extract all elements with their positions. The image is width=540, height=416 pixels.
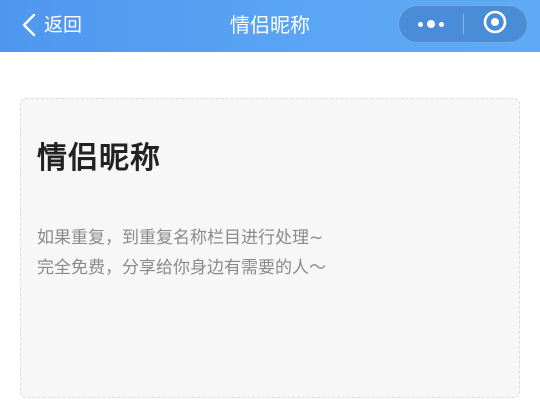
- card-title: 情侣昵称: [37, 141, 161, 176]
- target-circle-icon: [482, 9, 508, 39]
- card-description: 如果重复，到重复名称栏目进行处理~ 完全免费，分享给你身边有需要的人～: [37, 223, 326, 283]
- more-dots-icon: [416, 20, 446, 28]
- description-line: 完全免费，分享给你身边有需要的人～: [37, 258, 326, 278]
- back-button[interactable]: 返回: [22, 8, 82, 42]
- nickname-info-card: 情侣昵称 如果重复，到重复名称栏目进行处理~ 完全免费，分享给你身边有需要的人～: [20, 98, 520, 398]
- navigation-bar: 返回 情侣昵称: [0, 0, 540, 52]
- mini-program-capsule: [398, 5, 528, 43]
- chevron-left-icon: [22, 13, 36, 37]
- description-line: 如果重复，到重复名称栏目进行处理~: [37, 228, 324, 248]
- close-mini-program-button[interactable]: [464, 6, 528, 42]
- back-label: 返回: [44, 14, 83, 36]
- more-button[interactable]: [399, 6, 463, 42]
